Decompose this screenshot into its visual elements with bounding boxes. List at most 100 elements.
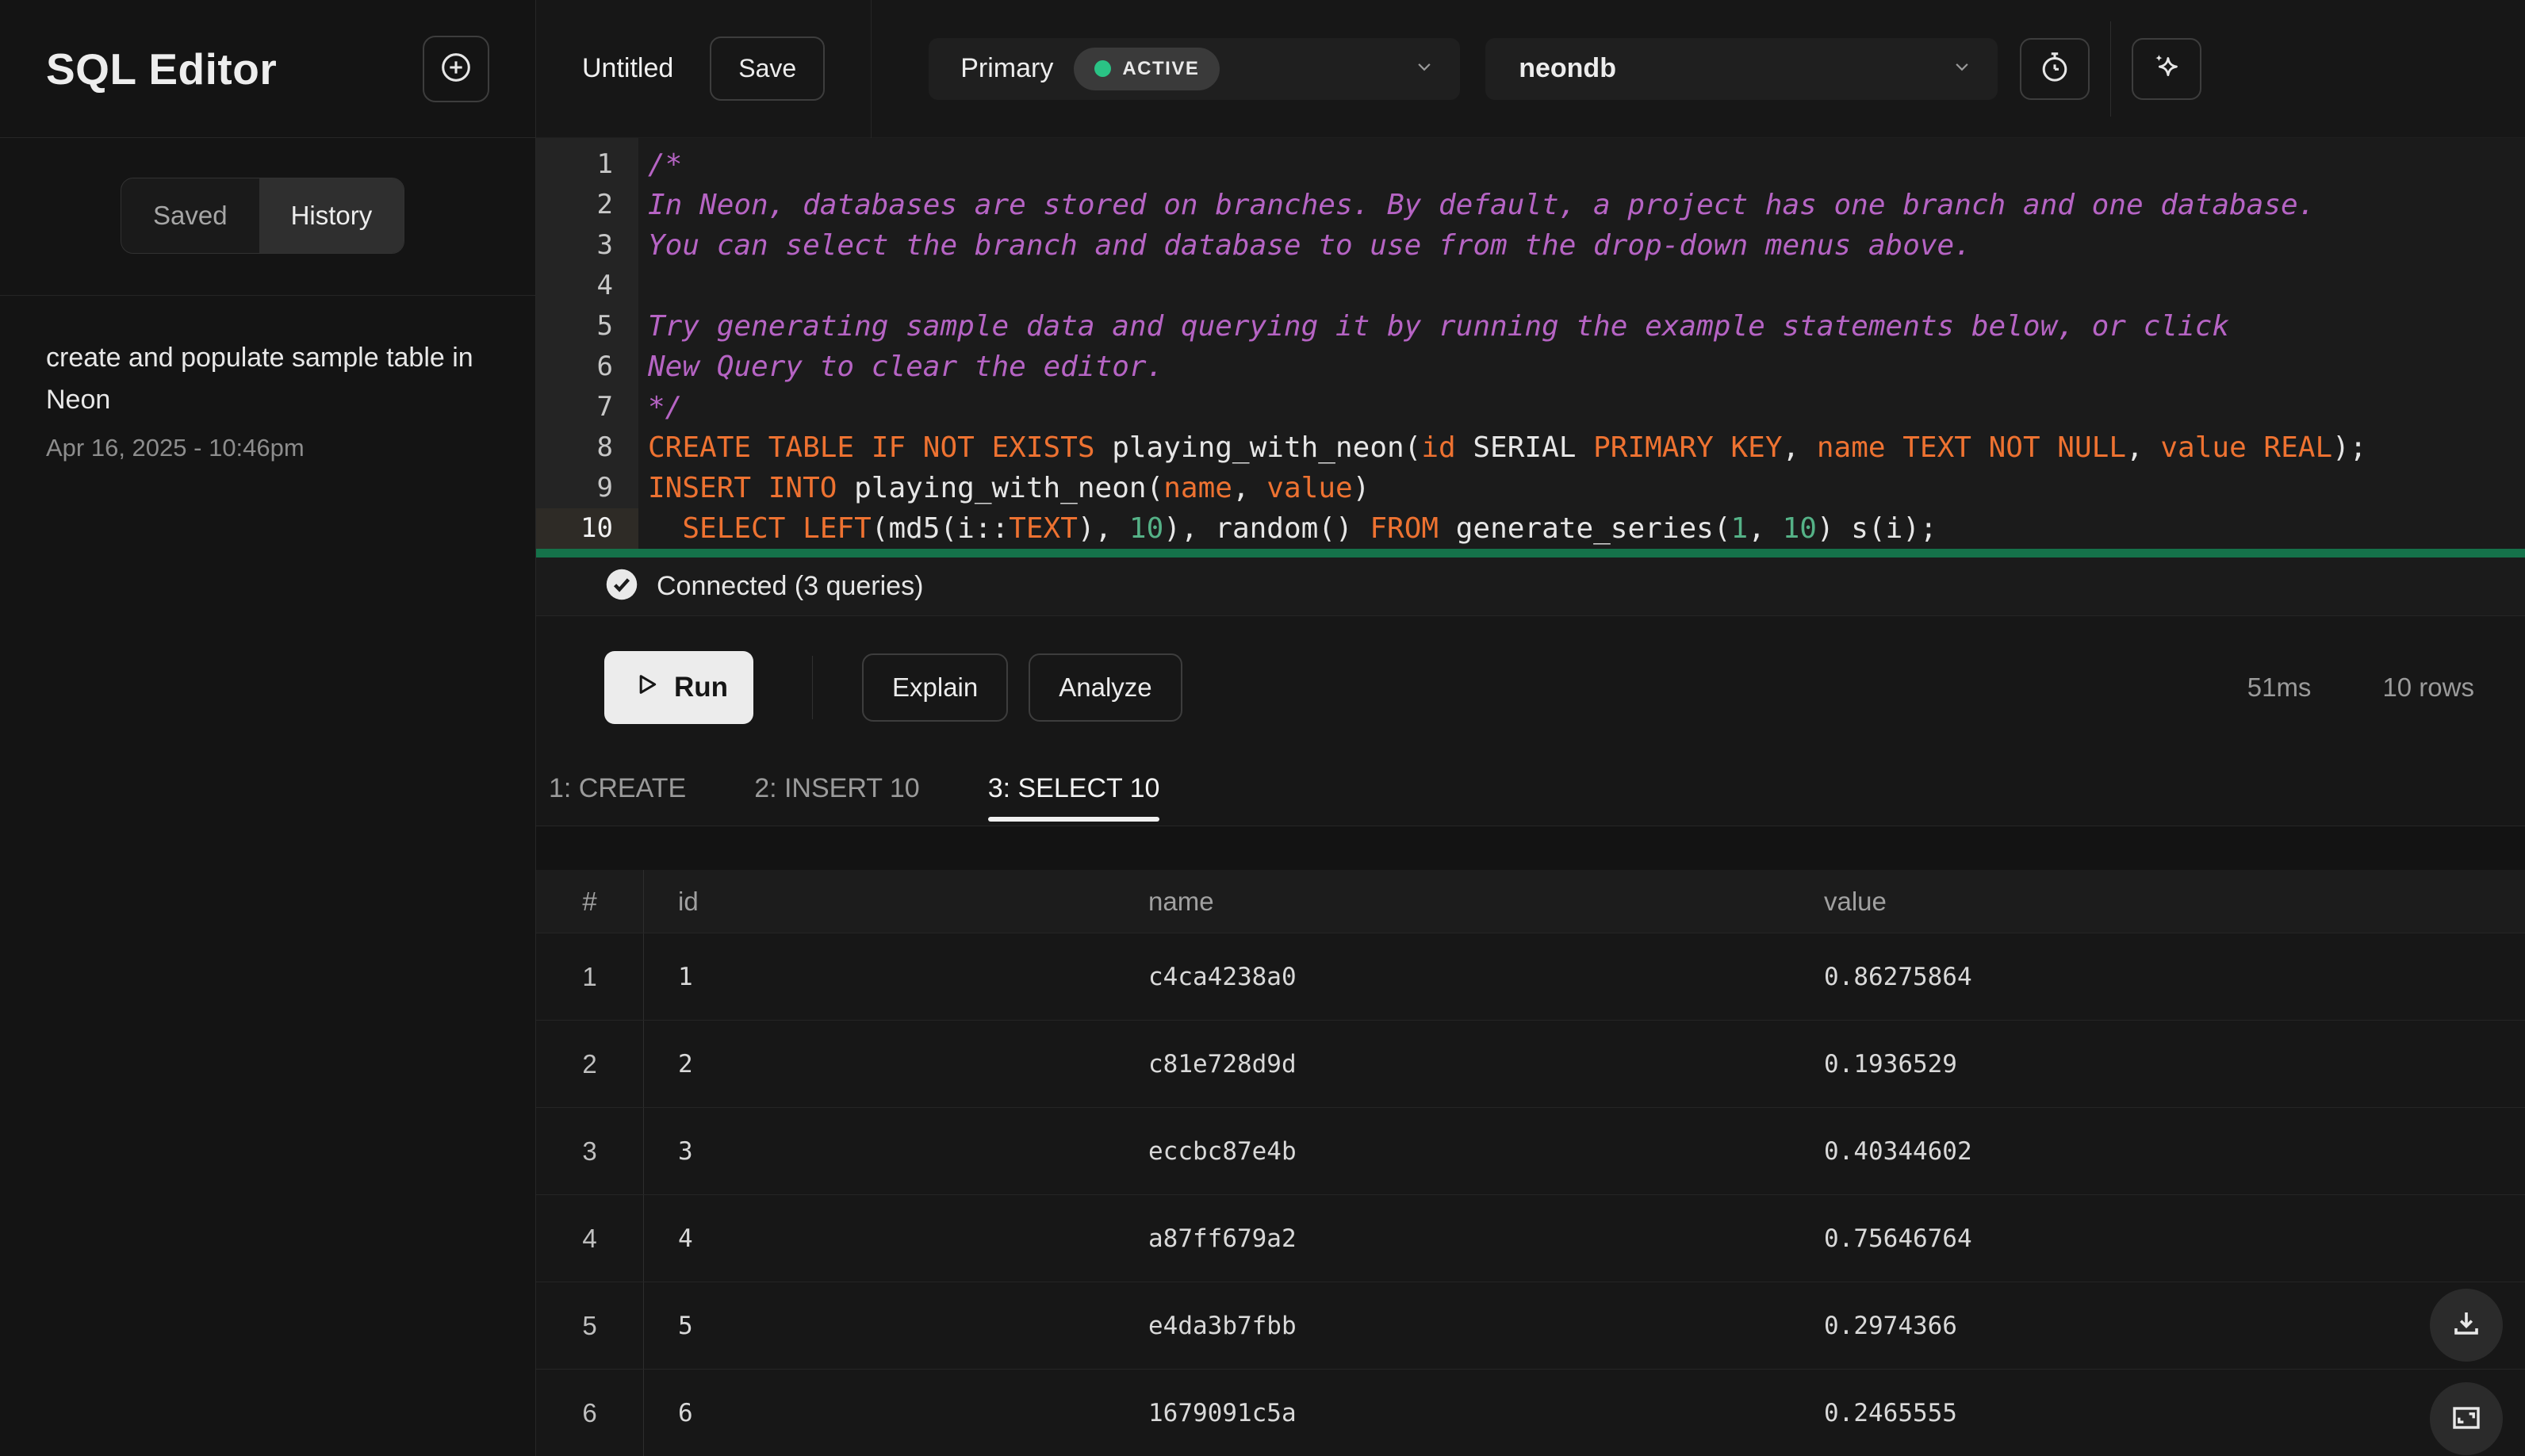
code-token: )	[1352, 472, 1370, 504]
cell-num: 2	[536, 1021, 644, 1107]
query-timing-button[interactable]	[2020, 37, 2090, 100]
code-line[interactable]	[648, 266, 2525, 306]
code-token: ,	[1782, 431, 1817, 464]
code-token: CREATE TABLE IF NOT EXISTS	[648, 431, 1095, 464]
saved-history-segment: Saved History	[121, 178, 405, 254]
connection-status-bar: Connected (3 queries)	[536, 557, 2525, 616]
topbar: Untitled Save Primary ACTIVE neondb	[536, 0, 2525, 138]
cell-id: 2	[678, 1049, 693, 1079]
cell-value: 0.40344602	[1824, 1136, 1972, 1166]
code-line[interactable]: In Neon, databases are stored on branche…	[648, 185, 2525, 225]
code-token: New Query to clear the editor.	[648, 351, 1164, 383]
main-panel: Untitled Save Primary ACTIVE neondb 1 2 …	[536, 0, 2525, 1456]
code-line[interactable]: SELECT LEFT(md5(i::TEXT), 10), random() …	[648, 508, 2525, 549]
cell-name: e4da3b7fbb	[1148, 1311, 1297, 1340]
sidebar-header: SQL Editor	[0, 0, 535, 138]
code-token: playing_with_neon(	[837, 472, 1164, 504]
code-line[interactable]: Try generating sample data and querying …	[648, 306, 2525, 347]
results-top-strip	[536, 826, 2525, 870]
tab-history[interactable]: History	[259, 178, 404, 253]
code-line[interactable]: CREATE TABLE IF NOT EXISTS playing_with_…	[648, 427, 2525, 468]
line-number: 3	[596, 229, 613, 261]
code-token: );	[2332, 431, 2367, 464]
code-line[interactable]: You can select the branch and database t…	[648, 225, 2525, 266]
play-icon	[630, 669, 661, 707]
branch-status-text: ACTIVE	[1122, 57, 1200, 79]
code-token: generate_series(	[1439, 512, 1731, 545]
branch-name: Primary	[960, 53, 1054, 83]
history-item-timestamp: Apr 16, 2025 - 10:46pm	[46, 434, 305, 462]
code-token: TEXT	[1009, 512, 1078, 545]
query-tab-title: Untitled	[582, 53, 674, 83]
result-tab-2[interactable]: 2: INSERT 10	[754, 759, 920, 826]
tab-saved[interactable]: Saved	[121, 178, 259, 253]
code-token: ), random()	[1163, 512, 1370, 545]
cell-value: 0.2465555	[1824, 1398, 1957, 1427]
code-token: PRIMARY KEY	[1593, 431, 1783, 464]
code-line[interactable]: New Query to clear the editor.	[648, 347, 2525, 387]
ai-assist-button[interactable]	[2132, 37, 2202, 100]
branch-status-badge: ACTIVE	[1074, 47, 1220, 90]
sql-editor[interactable]: 1 2 3 4 5 6 7 8 9 10 /* In Neon, databases are sto…	[536, 138, 2525, 549]
app-root: SQL Editor Saved History create and popu…	[0, 0, 2525, 1456]
new-query-button[interactable]	[423, 35, 489, 102]
save-button[interactable]: Save	[710, 36, 826, 101]
code-token: In Neon, databases are stored on branche…	[648, 189, 2316, 221]
code-line[interactable]: */	[648, 387, 2525, 427]
actions-row: Run Explain Analyze 51ms 10 rows	[536, 616, 2525, 759]
table-row: 3 3 eccbc87e4b 0.40344602	[536, 1107, 2525, 1194]
line-number: 7	[596, 391, 613, 423]
run-button-label: Run	[673, 672, 729, 703]
explain-button[interactable]: Explain	[862, 653, 1009, 722]
status-dot-icon	[1094, 60, 1112, 77]
history-item-title: create and populate sample table in Neon	[46, 343, 473, 415]
cell-num: 5	[536, 1282, 644, 1369]
results-table-body: 1 1 c4ca4238a0 0.86275864 2 2 c81e728d9d 0.1936…	[536, 933, 2525, 1456]
history-list-item[interactable]: create and populate sample table in Neon…	[0, 296, 535, 504]
cell-name: a87ff679a2	[1148, 1224, 1297, 1253]
run-button[interactable]: Run	[604, 651, 753, 724]
cell-value: 0.1936529	[1824, 1049, 1957, 1079]
code-line[interactable]: INSERT INTO playing_with_neon(name, valu…	[648, 468, 2525, 508]
download-icon	[2447, 1305, 2485, 1346]
result-tab-1[interactable]: 1: CREATE	[549, 759, 686, 826]
branch-select[interactable]: Primary ACTIVE	[929, 37, 1461, 100]
line-number: 6	[596, 351, 613, 382]
code-token: ,	[2126, 431, 2161, 464]
code-token: ,	[1232, 472, 1267, 504]
actions-divider	[812, 656, 813, 719]
code-token: name TEXT NOT NULL	[1816, 431, 2127, 464]
editor-code[interactable]: /* In Neon, databases are stored on branc…	[638, 138, 2525, 549]
download-results-button[interactable]	[2430, 1289, 2503, 1362]
code-token: */	[648, 391, 683, 423]
sidebar: SQL Editor Saved History create and popu…	[0, 0, 536, 1456]
code-token: Try generating sample data and querying …	[648, 310, 2229, 343]
code-token: ),	[1077, 512, 1129, 545]
expand-results-button[interactable]	[2430, 1382, 2503, 1455]
code-line[interactable]: /*	[648, 144, 2525, 185]
tools-divider	[2110, 21, 2112, 117]
cell-name: eccbc87e4b	[1148, 1136, 1297, 1166]
cell-value: 0.86275864	[1824, 962, 1972, 991]
cell-id: 1	[678, 962, 693, 991]
cell-value: 0.75646764	[1824, 1224, 1972, 1253]
column-header-value: value	[1824, 886, 1887, 916]
plus-circle-icon	[438, 49, 474, 88]
result-tab-3[interactable]: 3: SELECT 10	[987, 759, 1159, 826]
line-number: 8	[596, 431, 613, 463]
cell-id: 4	[678, 1224, 693, 1253]
line-number: 2	[596, 189, 613, 220]
code-token: SERIAL	[1455, 431, 1594, 464]
database-select[interactable]: neondb	[1485, 37, 1998, 100]
cell-id: 3	[678, 1136, 693, 1166]
analyze-button[interactable]: Analyze	[1029, 653, 1182, 722]
code-token: value REAL	[2160, 431, 2333, 464]
editor-gutter: 1 2 3 4 5 6 7 8 9 10	[536, 138, 638, 549]
code-token: playing_with_neon(	[1094, 431, 1422, 464]
result-tabs: 1: CREATE 2: INSERT 10 3: SELECT 10	[536, 759, 2525, 826]
line-number: 5	[596, 310, 613, 342]
table-row: 6 6 1679091c5a 0.2465555	[536, 1369, 2525, 1456]
table-row: 5 5 e4da3b7fbb 0.2974366	[536, 1282, 2525, 1369]
check-circle-icon	[604, 567, 639, 606]
database-name: neondb	[1519, 53, 1616, 83]
